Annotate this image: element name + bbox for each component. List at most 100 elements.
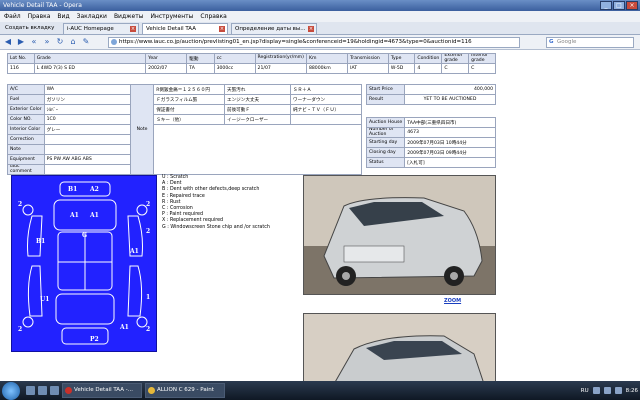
taskbar-item-paint[interactable]: ALLION C 629 - Paint <box>145 383 225 398</box>
vehicle-photo-front[interactable] <box>303 175 496 295</box>
clock[interactable]: 8:26 <box>626 388 638 394</box>
tab-bar: Создать вкладку i-AUC Homepage × Vehicle… <box>0 22 640 35</box>
damage-mark: B1 <box>36 238 46 245</box>
menu-file[interactable]: Файл <box>4 13 21 20</box>
menu-widgets[interactable]: Виджеты <box>114 13 144 20</box>
header-cell: Type <box>387 52 416 65</box>
header-cell: Grade <box>33 52 147 65</box>
value-cell: C <box>468 63 496 75</box>
tab-vehicle-detail[interactable]: Vehicle Detail TAA × <box>142 23 228 34</box>
page-content: Lot No. Grade Year 駆動 cc Registration(yr… <box>0 51 640 381</box>
menu-view[interactable]: Вид <box>57 13 69 20</box>
value-cell: TA <box>186 63 215 75</box>
language-indicator[interactable]: RU <box>581 388 589 394</box>
auction-label: Closing day <box>365 147 406 159</box>
auction-label: Status <box>365 157 406 169</box>
taskbar-item-opera[interactable]: Vehicle Detail TAA -... <box>62 383 142 398</box>
home-icon[interactable]: ⌂ <box>68 37 78 47</box>
close-icon[interactable]: × <box>219 26 225 32</box>
auction-value: 4673 <box>404 126 496 139</box>
note-cell: Ｓキー（他） <box>153 114 225 125</box>
new-tab-label: Создать вкладку <box>5 25 55 31</box>
car-photo-illustration <box>304 176 495 294</box>
system-tray: RU 8:26 <box>581 383 638 398</box>
auction-value: TAA中部(三重県四日市) <box>404 117 496 128</box>
forward-icon[interactable]: ▶ <box>16 37 26 47</box>
value-cell: 116 <box>7 63 35 75</box>
opera-icon <box>65 387 72 394</box>
damage-mark: B1 <box>68 186 78 193</box>
wand-icon[interactable]: ✎ <box>81 37 91 47</box>
damage-mark: 2 <box>146 326 151 333</box>
minimize-button[interactable]: _ <box>600 1 612 10</box>
new-tab-button[interactable]: Создать вкладку <box>2 23 60 34</box>
lot-value-row: 116 L 4WD 7(3) S ED 2002/07 TA 3000cc 21… <box>7 63 496 75</box>
result-value: YET TO BE AUCTIONED <box>404 94 496 105</box>
network-icon[interactable] <box>592 387 600 394</box>
menu-tools[interactable]: Инструменты <box>150 13 193 20</box>
fast-forward-icon[interactable]: » <box>42 37 52 47</box>
damage-mark: G <box>82 232 88 239</box>
task-label: Vehicle Detail TAA -... <box>74 387 133 393</box>
damage-legend: U : Scratch A : Dent B : Dent with other… <box>162 175 270 231</box>
search-field[interactable]: G Google <box>546 37 634 48</box>
opera-icon[interactable] <box>50 386 59 395</box>
value-cell: IAT <box>347 63 389 75</box>
url-field[interactable]: https://www.iauc.co.jp/auction/prevlisti… <box>108 37 520 48</box>
start-price-value: 400,000 <box>404 84 496 95</box>
header-cell: Year <box>145 52 188 65</box>
value-cell: 21/07 <box>254 63 307 75</box>
damage-mark: A1 <box>90 212 99 219</box>
rewind-icon[interactable]: « <box>29 37 39 47</box>
tab-date-lookup[interactable]: Определение даты вы... × <box>231 23 317 34</box>
zoom-link[interactable]: ZOOM <box>444 298 461 304</box>
tab-label: Vehicle Detail TAA <box>146 26 196 32</box>
spec-value: ガソリン <box>43 94 131 105</box>
show-desktop-icon[interactable] <box>26 386 35 395</box>
vehicle-photo-rear[interactable] <box>303 313 496 381</box>
damage-mark: A1 <box>70 212 79 219</box>
window-title-bar: Vehicle Detail TAA - Opera _ □ × <box>0 0 640 11</box>
spec-value <box>43 134 131 145</box>
close-window-button[interactable]: × <box>626 1 638 10</box>
note-cell: 天張汚れ <box>223 84 291 95</box>
spec-label: Interior Color <box>7 124 45 135</box>
auction-value: 2009年07月03日 10時44分 <box>404 137 496 149</box>
menu-edit[interactable]: Правка <box>28 13 51 20</box>
note-cell <box>289 114 363 125</box>
auction-table: Auction House TAA中部(三重県四日市) Number of Au… <box>365 117 496 169</box>
spec-value <box>43 144 131 155</box>
spec-value: PS PW AW ABG ABS <box>43 154 131 165</box>
reload-icon[interactable]: ↻ <box>55 37 65 47</box>
spec-label: Fuel <box>7 94 45 105</box>
damage-map: B1 A2 2 A1 A1 2 2 G B1 A1 U1 P2 1 2 2 A1 <box>11 175 157 352</box>
tab-iauc-homepage[interactable]: i-AUC Homepage × <box>63 23 139 34</box>
note-label: Note <box>129 83 155 176</box>
close-icon[interactable]: × <box>308 26 314 32</box>
header-cell: Interior grade <box>468 52 496 65</box>
spec-value <box>43 163 131 176</box>
value-cell: 3000cc <box>213 63 256 75</box>
spec-label: Exterior Color <box>7 104 45 115</box>
menu-bookmarks[interactable]: Закладки <box>77 13 107 20</box>
start-button[interactable] <box>2 381 20 400</box>
back-icon[interactable]: ◀ <box>3 37 13 47</box>
damage-mark: P2 <box>90 336 99 343</box>
spec-label: iauc comment <box>7 163 45 176</box>
spec-label: Correction <box>7 134 45 145</box>
tray-app-icon[interactable] <box>614 387 622 394</box>
browser-icon[interactable] <box>38 386 47 395</box>
result-label: Result <box>366 94 405 105</box>
menu-help[interactable]: Справка <box>200 13 226 20</box>
volume-icon[interactable] <box>603 387 611 394</box>
spec-value: グレー <box>43 124 131 135</box>
close-icon[interactable]: × <box>130 26 136 32</box>
note-cell: 純ナビ・ＴＶ（ＦＵ） <box>289 104 363 115</box>
auction-value: [入札可] <box>404 157 496 169</box>
damage-mark: A1 <box>120 324 129 331</box>
maximize-button[interactable]: □ <box>613 1 625 10</box>
search-placeholder: Google <box>557 39 577 45</box>
tab-label: Определение даты вы... <box>235 26 306 32</box>
start-price-label: Start Price <box>366 84 405 95</box>
value-cell: L 4WD 7(3) S ED <box>33 63 147 75</box>
